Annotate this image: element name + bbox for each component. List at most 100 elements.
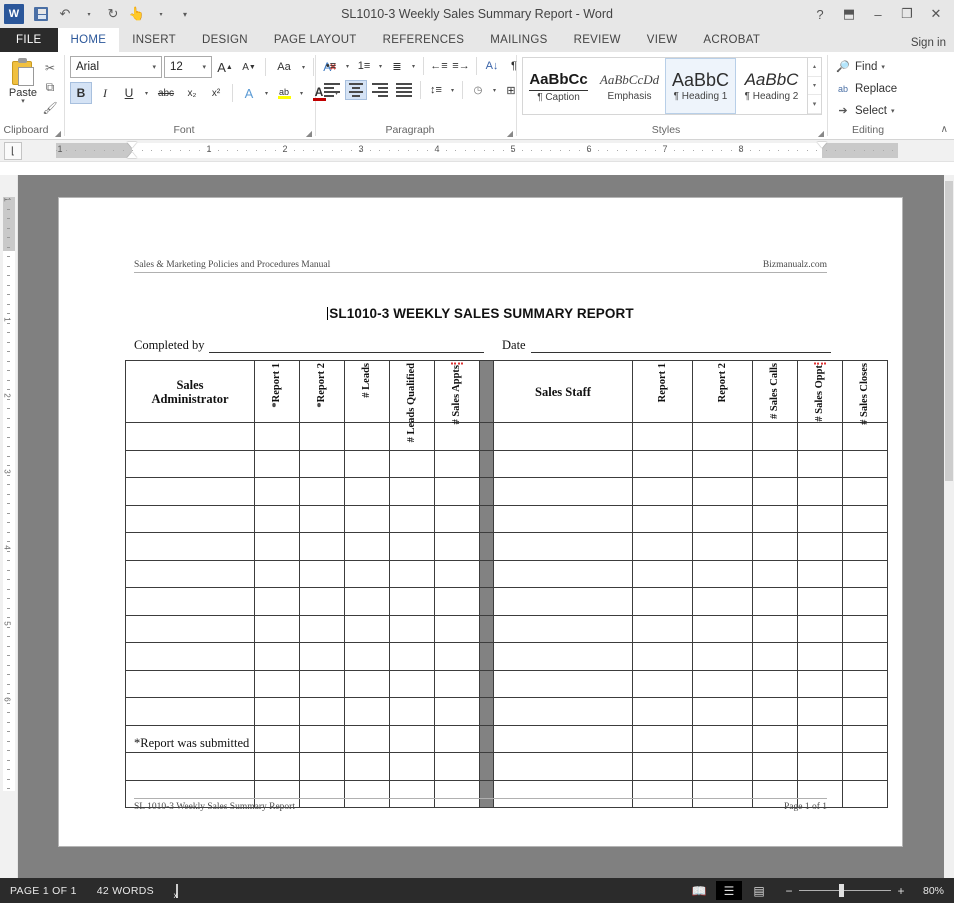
table-cell[interactable]	[633, 615, 693, 643]
text-highlight-icon[interactable]: ab	[273, 82, 295, 104]
table-cell[interactable]	[300, 505, 345, 533]
font-dialog-launcher-icon[interactable]: ◢	[306, 129, 312, 138]
table-cell[interactable]	[390, 698, 435, 726]
table-cell[interactable]	[494, 588, 633, 616]
table-cell[interactable]	[345, 533, 390, 561]
style-heading-2[interactable]: AaBbC ¶ Heading 2	[736, 58, 807, 114]
decrease-indent-icon[interactable]: ←≡	[429, 56, 449, 76]
highlight-chevron-down-icon[interactable]: ▾	[297, 90, 306, 97]
table-cell[interactable]	[693, 533, 753, 561]
table-cell[interactable]	[345, 560, 390, 588]
font-name-chevron-down-icon[interactable]: ▾	[149, 63, 159, 71]
table-cell[interactable]	[494, 560, 633, 588]
table-cell[interactable]	[390, 670, 435, 698]
table-cell[interactable]	[693, 560, 753, 588]
sort-icon[interactable]: A↓	[482, 56, 502, 76]
table-cell[interactable]	[390, 643, 435, 671]
table-cell[interactable]	[494, 643, 633, 671]
numbering-chevron-down-icon[interactable]: ▾	[376, 63, 385, 70]
table-cell[interactable]	[300, 450, 345, 478]
table-cell[interactable]	[345, 588, 390, 616]
table-cell[interactable]	[693, 450, 753, 478]
align-right-icon[interactable]	[369, 80, 391, 100]
table-cell[interactable]	[633, 423, 693, 451]
table-cell[interactable]	[435, 588, 480, 616]
table-cell[interactable]	[753, 533, 798, 561]
collapse-ribbon-icon[interactable]: ∧	[941, 124, 948, 135]
table-cell[interactable]	[633, 450, 693, 478]
table-cell[interactable]	[843, 505, 888, 533]
save-icon[interactable]	[30, 3, 52, 25]
table-row[interactable]	[126, 698, 888, 726]
table-cell[interactable]	[255, 423, 300, 451]
table-row[interactable]	[126, 753, 888, 781]
tab-review[interactable]: REVIEW	[561, 28, 634, 52]
table-cell[interactable]	[753, 670, 798, 698]
table-cell[interactable]	[126, 533, 255, 561]
shading-icon[interactable]: ◷	[468, 80, 488, 100]
table-cell[interactable]	[798, 615, 843, 643]
undo-icon[interactable]: ↶	[54, 3, 76, 25]
table-cell[interactable]	[633, 670, 693, 698]
zoom-percent[interactable]: 80%	[914, 885, 944, 897]
table-cell[interactable]	[126, 615, 255, 643]
table-cell[interactable]	[494, 670, 633, 698]
table-cell[interactable]	[435, 560, 480, 588]
table-cell[interactable]	[345, 505, 390, 533]
ribbon-display-options-icon[interactable]: ⬒	[835, 1, 863, 27]
strikethrough-icon[interactable]: abc	[153, 82, 179, 104]
zoom-slider[interactable]: − +	[784, 884, 906, 898]
style-emphasis[interactable]: AaBbCcDd Emphasis	[594, 58, 665, 114]
table-cell[interactable]	[345, 423, 390, 451]
cut-icon[interactable]: ✂	[41, 59, 59, 76]
table-cell[interactable]	[126, 450, 255, 478]
table-cell[interactable]	[753, 560, 798, 588]
table-cell[interactable]	[494, 698, 633, 726]
first-line-indent-marker[interactable]	[127, 142, 137, 148]
table-cell[interactable]	[693, 478, 753, 506]
styles-gallery[interactable]: AaBbCc ¶ Caption AaBbCcDd Emphasis AaBbC…	[522, 57, 822, 115]
paste-button[interactable]: Paste ▾	[5, 56, 41, 105]
touch-mode-dropdown-icon[interactable]: ▾	[150, 3, 172, 25]
web-layout-icon[interactable]: ▤	[746, 881, 772, 900]
table-cell[interactable]	[693, 698, 753, 726]
table-cell[interactable]	[126, 560, 255, 588]
table-cell[interactable]	[798, 533, 843, 561]
table-cell[interactable]	[300, 588, 345, 616]
table-cell[interactable]	[798, 423, 843, 451]
page-indicator[interactable]: PAGE 1 OF 1	[0, 885, 87, 897]
tab-stop-selector[interactable]: ⌊	[4, 142, 22, 160]
bullets-chevron-down-icon[interactable]: ▾	[343, 63, 352, 70]
tab-acrobat[interactable]: ACROBAT	[690, 28, 773, 52]
underline-chevron-down-icon[interactable]: ▾	[142, 90, 151, 97]
line-spacing-icon[interactable]: ↕≡	[426, 80, 446, 100]
table-cell[interactable]	[753, 423, 798, 451]
table-cell[interactable]	[345, 643, 390, 671]
table-cell[interactable]	[255, 560, 300, 588]
table-cell[interactable]	[843, 560, 888, 588]
table-cell[interactable]	[435, 423, 480, 451]
subscript-icon[interactable]: x₂	[181, 82, 203, 104]
font-size-chevron-down-icon[interactable]: ▾	[199, 63, 209, 71]
table-cell[interactable]	[494, 615, 633, 643]
table-cell[interactable]	[126, 423, 255, 451]
table-cell[interactable]	[390, 478, 435, 506]
table-cell[interactable]	[300, 670, 345, 698]
table-cell[interactable]	[843, 643, 888, 671]
table-row[interactable]	[126, 423, 888, 451]
table-cell[interactable]	[753, 698, 798, 726]
table-cell[interactable]	[633, 725, 693, 753]
table-cell[interactable]	[753, 450, 798, 478]
table-cell[interactable]	[753, 615, 798, 643]
table-cell[interactable]	[435, 505, 480, 533]
table-cell[interactable]	[255, 670, 300, 698]
proofing-errors-icon[interactable]	[164, 885, 188, 897]
table-row[interactable]	[126, 615, 888, 643]
table-cell[interactable]	[345, 615, 390, 643]
find-chevron-down-icon[interactable]: ▾	[881, 63, 885, 71]
table-row[interactable]	[126, 533, 888, 561]
table-cell[interactable]	[693, 505, 753, 533]
table-cell[interactable]	[255, 615, 300, 643]
table-cell[interactable]	[345, 670, 390, 698]
font-size-combo[interactable]: 12 ▾	[164, 56, 212, 78]
